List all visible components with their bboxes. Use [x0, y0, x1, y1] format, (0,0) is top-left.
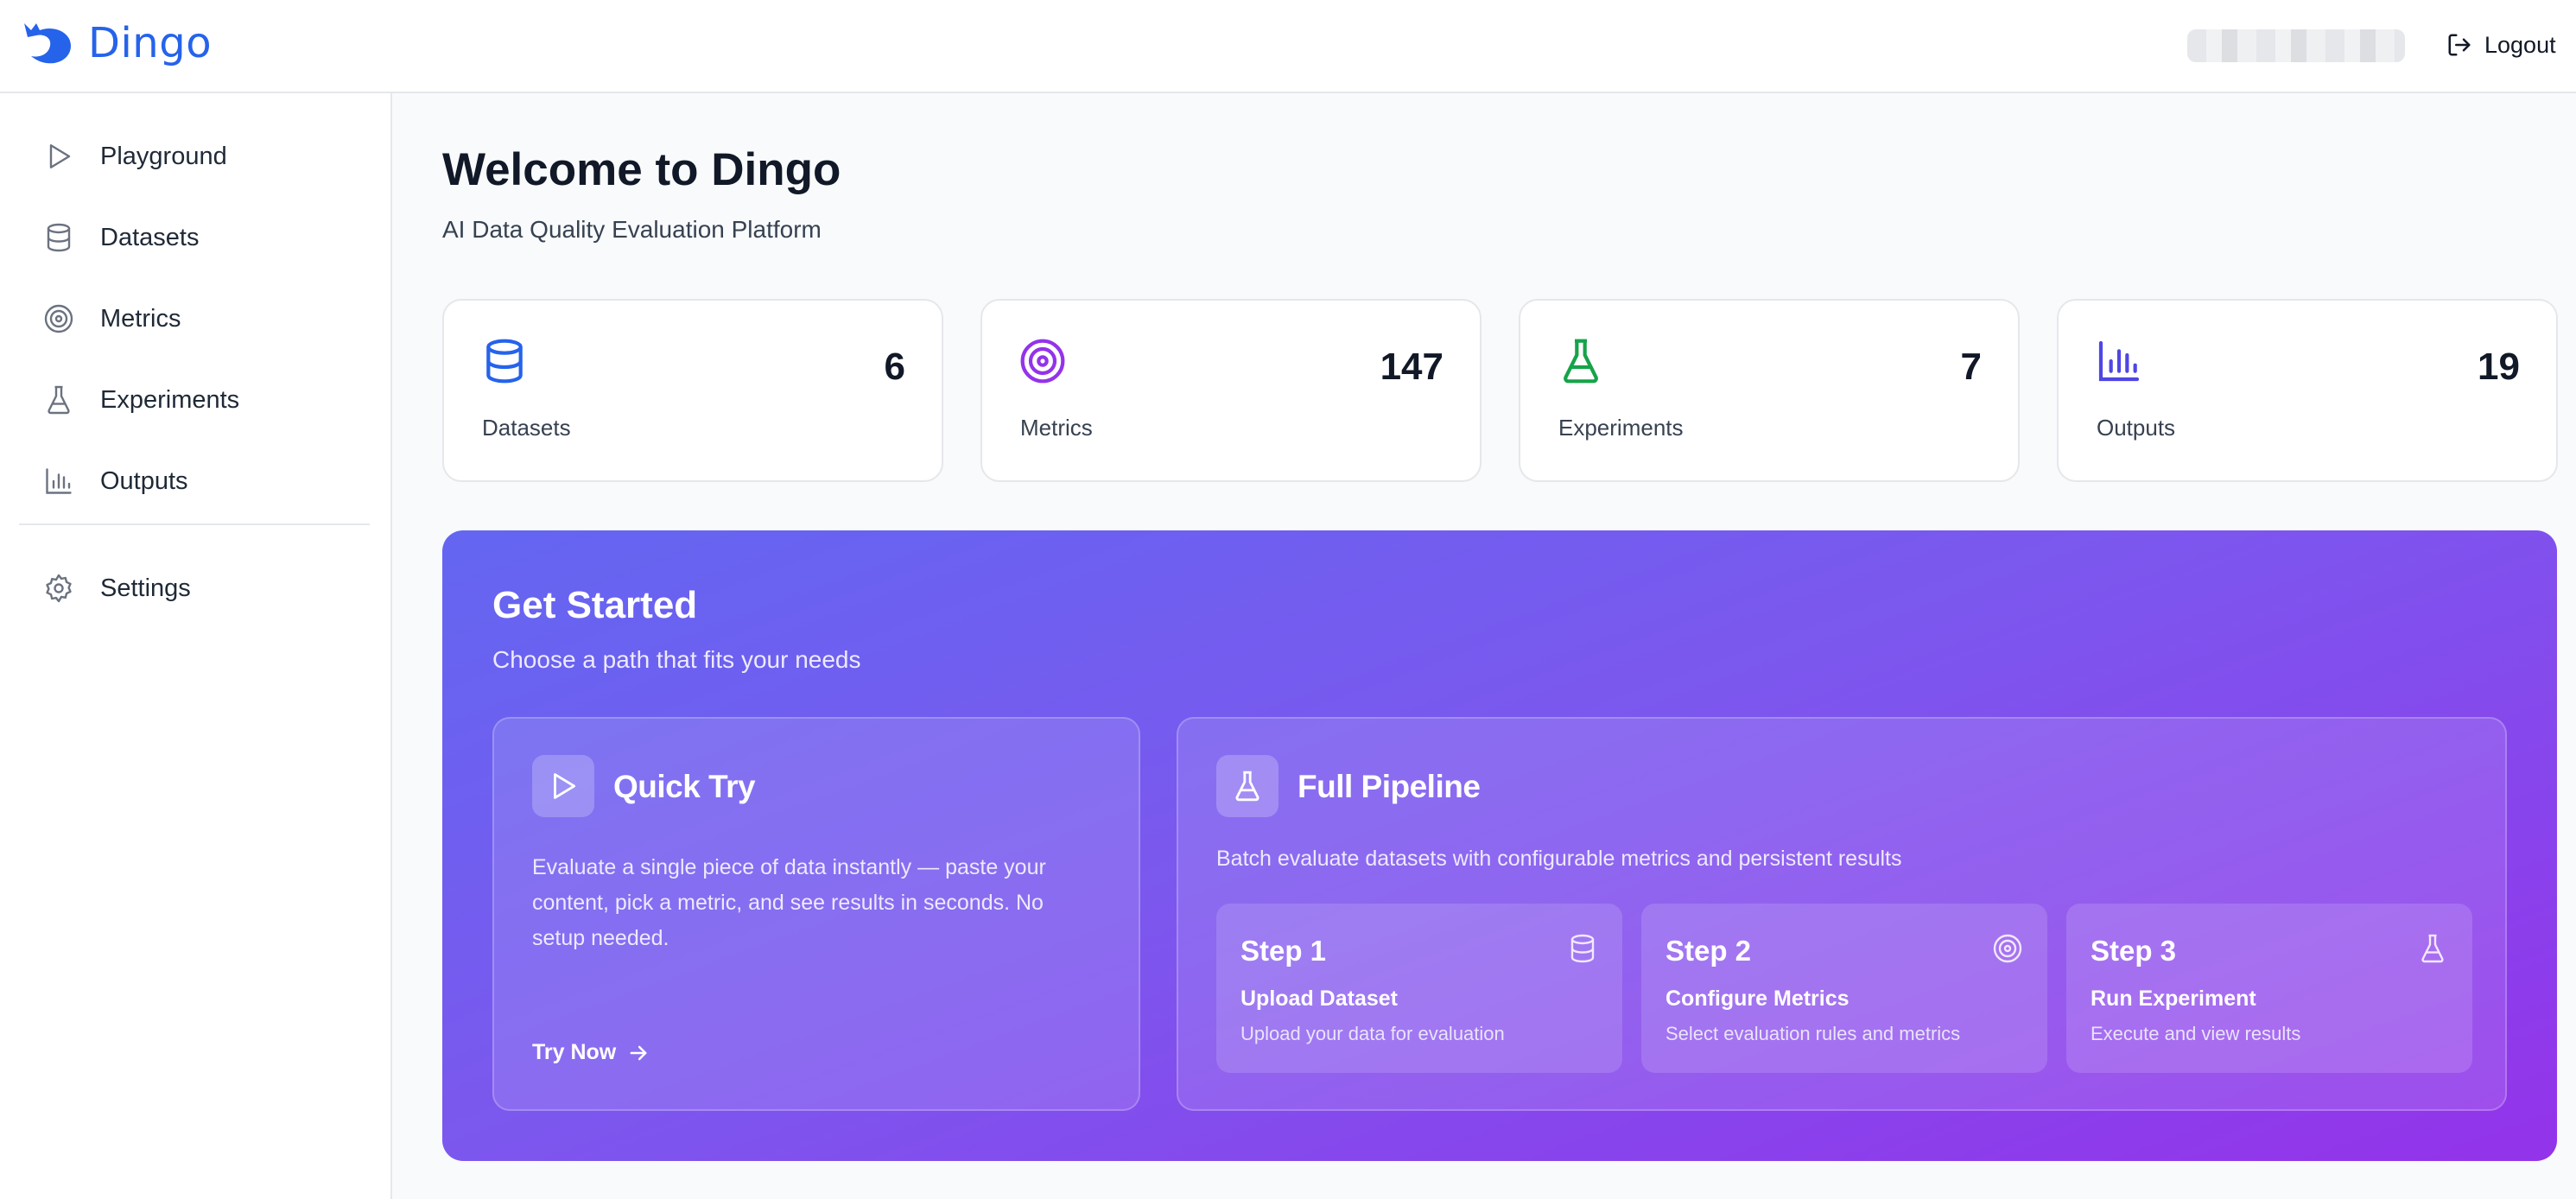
try-now-label: Try Now: [532, 1040, 617, 1064]
top-header: Dingo Logout: [0, 0, 2576, 93]
stat-card-metrics[interactable]: 147 Metrics: [980, 299, 1482, 482]
play-icon: [49, 144, 71, 168]
stat-label: Metrics: [1020, 415, 1093, 441]
step-name: Upload Dataset: [1240, 986, 1398, 1011]
flask-icon: [2421, 934, 2444, 963]
stat-value: 7: [1960, 346, 1982, 388]
flask-icon: [1235, 771, 1259, 802]
stat-card-experiments[interactable]: 7 Experiments: [1519, 299, 2020, 482]
target-icon: [44, 304, 73, 333]
target-icon: [1993, 934, 2022, 963]
page-subtitle: AI Data Quality Evaluation Platform: [442, 216, 822, 243]
sidebar-item-label: Settings: [100, 574, 191, 602]
sidebar-item-playground[interactable]: Playground: [19, 123, 370, 190]
play-icon: [554, 773, 576, 799]
stat-card-outputs[interactable]: 19 Outputs: [2057, 299, 2558, 482]
database-icon: [1570, 934, 1595, 963]
target-icon: [1020, 339, 1065, 384]
step-name: Run Experiment: [2091, 986, 2256, 1011]
sidebar-item-label: Playground: [100, 142, 227, 170]
stat-label: Outputs: [2097, 415, 2176, 441]
full-pipeline-card[interactable]: Full Pipeline Batch evaluate datasets wi…: [1177, 717, 2507, 1111]
pipeline-step-3[interactable]: Step 3 Run Experiment Execute and view r…: [2066, 904, 2472, 1073]
sidebar-item-label: Experiments: [100, 385, 240, 414]
sidebar-item-settings[interactable]: Settings: [19, 555, 370, 622]
flask-icon: [1564, 339, 1598, 384]
quick-try-card[interactable]: Quick Try Evaluate a single piece of dat…: [492, 717, 1140, 1111]
get-started-title: Get Started: [492, 584, 698, 626]
step-description: Upload your data for evaluation: [1240, 1023, 1505, 1044]
bar-chart-icon: [46, 468, 72, 494]
quick-try-icon-box: [532, 755, 594, 817]
stat-label: Experiments: [1558, 415, 1684, 441]
sidebar-divider: [19, 523, 370, 525]
logout-icon: [2448, 34, 2471, 56]
app-name: Dingo: [88, 19, 213, 67]
dingo-logo-icon: [24, 23, 71, 64]
stat-value: 6: [884, 346, 905, 388]
logout-button[interactable]: Logout: [2446, 26, 2556, 64]
stat-label: Datasets: [482, 415, 571, 441]
get-started-subtitle: Choose a path that fits your needs: [492, 646, 861, 673]
try-now-link[interactable]: Try Now: [532, 1040, 650, 1065]
step-description: Execute and view results: [2091, 1023, 2301, 1044]
sidebar-item-metrics[interactable]: Metrics: [19, 285, 370, 352]
sidebar-item-datasets[interactable]: Datasets: [19, 204, 370, 271]
sidebar: Playground Datasets Metrics Experiments …: [0, 93, 392, 1199]
page-title: Welcome to Dingo: [442, 144, 841, 195]
bar-chart-icon: [2098, 340, 2140, 382]
user-info-redacted: [2187, 29, 2405, 62]
quick-try-title: Quick Try: [613, 769, 756, 804]
database-icon: [486, 339, 523, 384]
step-title: Step 2: [1666, 935, 1752, 967]
stat-value: 147: [1380, 346, 1443, 388]
sidebar-item-outputs[interactable]: Outputs: [19, 447, 370, 515]
database-icon: [47, 223, 71, 252]
step-description: Select evaluation rules and metrics: [1666, 1023, 1961, 1044]
get-started-panel: Get Started Choose a path that fits your…: [442, 530, 2557, 1161]
app-logo[interactable]: Dingo: [19, 17, 212, 69]
sidebar-item-label: Outputs: [100, 466, 188, 495]
full-pipeline-icon-box: [1216, 755, 1278, 817]
full-pipeline-description: Batch evaluate datasets with configurabl…: [1216, 847, 1902, 871]
pipeline-step-1[interactable]: Step 1 Upload Dataset Upload your data f…: [1216, 904, 1622, 1073]
sidebar-item-experiments[interactable]: Experiments: [19, 366, 370, 434]
pipeline-step-2[interactable]: Step 2 Configure Metrics Select evaluati…: [1641, 904, 2047, 1073]
step-title: Step 1: [1240, 935, 1327, 967]
logout-label: Logout: [2484, 31, 2556, 58]
step-title: Step 3: [2091, 935, 2177, 967]
full-pipeline-title: Full Pipeline: [1298, 769, 1481, 804]
quick-try-description: Evaluate a single piece of data instantl…: [532, 855, 1046, 950]
arrow-right-icon: [630, 1045, 647, 1060]
stat-card-datasets[interactable]: 6 Datasets: [442, 299, 943, 482]
sidebar-item-label: Datasets: [100, 223, 200, 251]
sidebar-item-label: Metrics: [100, 304, 181, 333]
gear-icon: [46, 574, 72, 603]
stat-value: 19: [2478, 346, 2520, 388]
flask-icon: [48, 385, 70, 415]
step-name: Configure Metrics: [1666, 986, 1850, 1011]
